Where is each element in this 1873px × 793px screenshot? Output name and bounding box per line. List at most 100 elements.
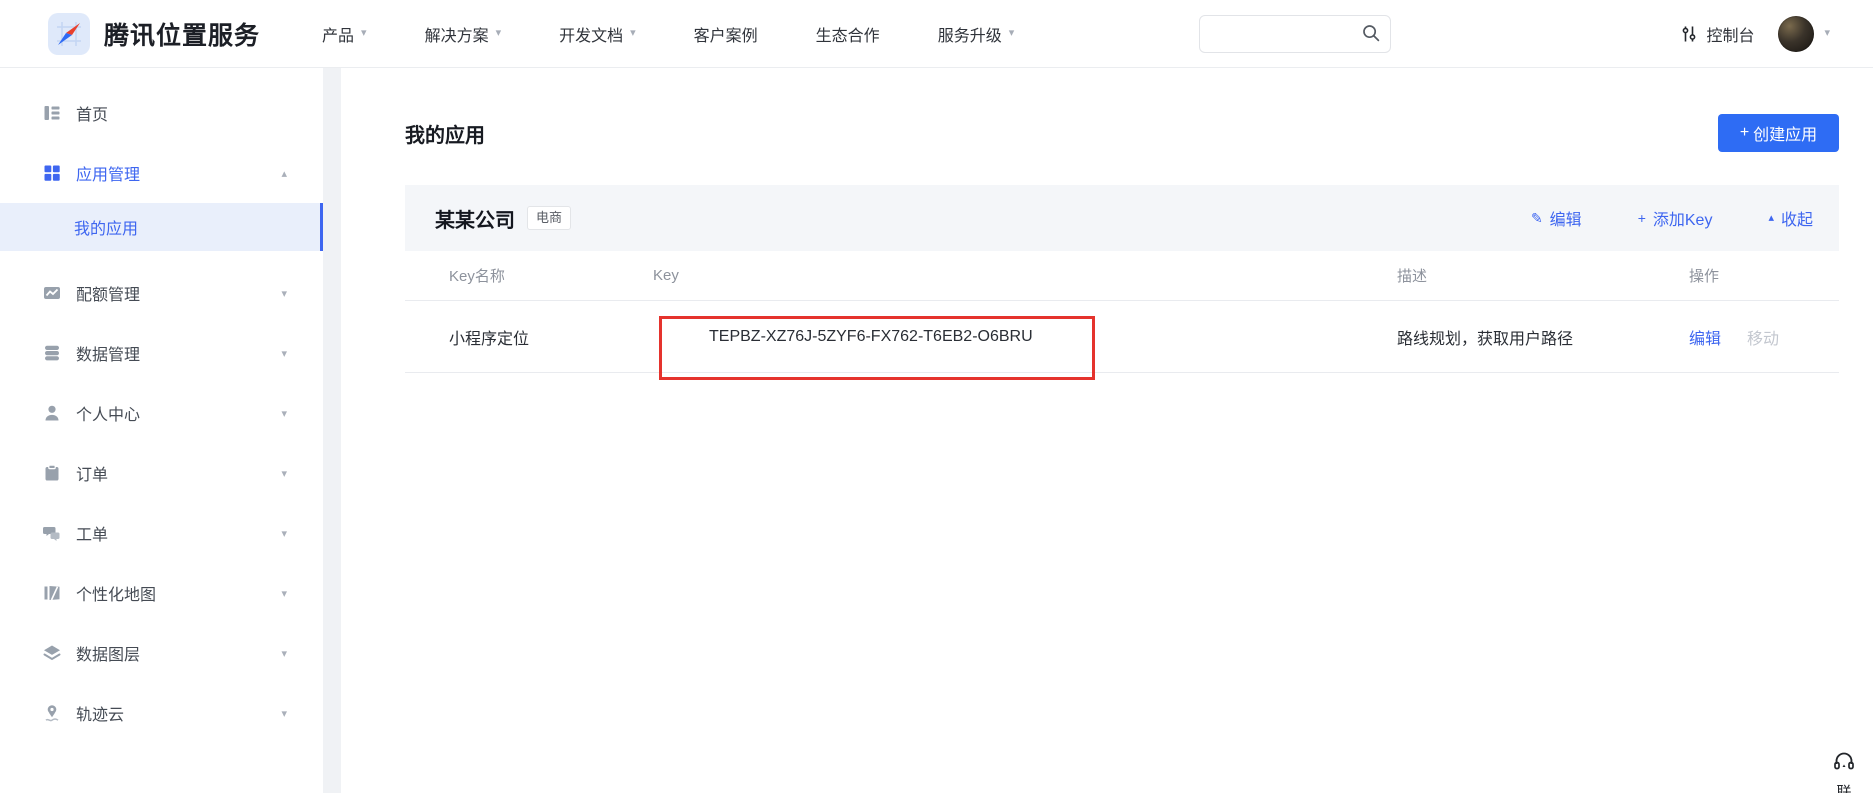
nav-item-docs[interactable]: 开发文档 ▾: [559, 22, 636, 46]
key-highlight-box: [659, 316, 1095, 380]
sidebar-subitem-label: 我的应用: [74, 215, 138, 239]
chevron-down-icon[interactable]: ▾: [281, 287, 287, 300]
chevron-down-icon: ▾: [361, 28, 367, 39]
layers-icon: [42, 643, 62, 663]
sidebar-item-app-management[interactable]: 应用管理 ▴: [0, 143, 323, 203]
row-actions: 编辑 移动: [1689, 325, 1795, 349]
sidebar-item-label: 个人中心: [76, 401, 140, 425]
chart-icon: [42, 283, 62, 303]
pin-track-icon: [42, 703, 62, 723]
sidebar-item-label: 轨迹云: [76, 701, 124, 725]
content-divider: [323, 68, 341, 793]
app-card: 某某公司 电商 ✎ 编辑 + 添加Key ▴ 收起: [405, 185, 1839, 373]
chevron-up-icon[interactable]: ▴: [281, 167, 287, 180]
map-icon: [42, 583, 62, 603]
column-desc: 描述: [1397, 265, 1689, 286]
nav-item-label: 客户案例: [694, 22, 758, 46]
page-head: 我的应用 + 创建应用: [405, 114, 1839, 152]
create-app-button[interactable]: + 创建应用: [1718, 114, 1839, 152]
sidebar-item-home[interactable]: 首页: [0, 83, 323, 143]
edit-key-link[interactable]: 编辑: [1689, 325, 1721, 349]
main-nav: 产品 ▾ 解决方案 ▾ 开发文档 ▾ 客户案例 生态合作 服务升级 ▾: [322, 22, 1014, 46]
chevron-down-icon[interactable]: ▾: [281, 467, 287, 480]
sliders-icon: [1680, 25, 1698, 43]
headset-icon: [1832, 750, 1856, 774]
sidebar-item-label: 配额管理: [76, 281, 140, 305]
sidebar-item-quota[interactable]: 配额管理 ▾: [0, 263, 323, 323]
sidebar-item-label: 订单: [76, 461, 108, 485]
page-title: 我的应用: [405, 119, 485, 148]
nav-item-label: 服务升级: [938, 22, 1002, 46]
edit-app-link[interactable]: ✎ 编辑: [1531, 206, 1582, 230]
chevron-down-icon: ▾: [630, 28, 636, 39]
sidebar: 首页 应用管理 ▴ 我的应用 配额管理 ▾: [0, 68, 323, 793]
main-content: 我的应用 + 创建应用 某某公司 电商 ✎ 编辑 + 添加Key: [341, 68, 1873, 793]
sidebar-item-label: 工单: [76, 521, 108, 545]
sidebar-item-custom-map[interactable]: 个性化地图 ▾: [0, 563, 323, 623]
chevron-down-icon[interactable]: ▾: [281, 527, 287, 540]
chevron-down-icon: ▾: [496, 28, 502, 39]
chevron-down-icon[interactable]: ▾: [1824, 28, 1830, 39]
move-key-link[interactable]: 移动: [1747, 325, 1779, 349]
collapse-link[interactable]: ▴ 收起: [1768, 206, 1813, 230]
home-list-icon: [42, 103, 62, 123]
sidebar-item-label: 数据管理: [76, 341, 140, 365]
pencil-icon: ✎: [1531, 211, 1543, 225]
column-key-name: Key名称: [449, 265, 653, 286]
key-cell: TEPBZ-XZ76J-5ZYF6-FX762-T6EB2-O6BRU: [653, 301, 1397, 372]
clipboard-icon: [42, 463, 62, 483]
sidebar-item-label: 个性化地图: [76, 581, 156, 605]
chevron-down-icon[interactable]: ▾: [281, 407, 287, 420]
create-app-label: 创建应用: [1753, 121, 1817, 145]
console-label: 控制台: [1706, 22, 1754, 46]
key-value: TEPBZ-XZ76J-5ZYF6-FX762-T6EB2-O6BRU: [653, 328, 1033, 346]
sidebar-item-label: 首页: [76, 101, 108, 125]
chevron-down-icon[interactable]: ▾: [281, 707, 287, 720]
chevron-down-icon[interactable]: ▾: [281, 347, 287, 360]
chevron-down-icon: ▾: [1009, 28, 1015, 39]
chevron-down-icon[interactable]: ▾: [281, 587, 287, 600]
sidebar-item-label: 数据图层: [76, 641, 140, 665]
navbar-right: 控制台 ▾: [1680, 16, 1830, 52]
top-navbar: 腾讯位置服务 产品 ▾ 解决方案 ▾ 开发文档 ▾ 客户案例 生态合作 服务升级…: [0, 0, 1873, 68]
contact-label: 联: [1824, 781, 1864, 793]
sidebar-item-track-cloud[interactable]: 轨迹云 ▾: [0, 683, 323, 743]
plus-icon: +: [1638, 211, 1646, 225]
sidebar-item-orders[interactable]: 订单 ▾: [0, 443, 323, 503]
console-link[interactable]: 控制台: [1680, 22, 1754, 46]
column-actions: 操作: [1689, 265, 1795, 286]
sidebar-item-label: 应用管理: [76, 161, 140, 185]
nav-item-products[interactable]: 产品 ▾: [322, 22, 367, 46]
chevron-down-icon[interactable]: ▾: [281, 647, 287, 660]
brand-name: 腾讯位置服务: [104, 16, 260, 52]
sidebar-item-my-apps[interactable]: 我的应用: [0, 203, 323, 251]
brand-logo-icon: [48, 13, 90, 55]
table-row: 小程序定位 TEPBZ-XZ76J-5ZYF6-FX762-T6EB2-O6BR…: [405, 301, 1839, 373]
database-icon: [42, 343, 62, 363]
column-key: Key: [653, 267, 1397, 284]
chat-bubbles-icon: [42, 523, 62, 543]
nav-item-label: 解决方案: [425, 22, 489, 46]
table-header-row: Key名称 Key 描述 操作: [405, 251, 1839, 301]
add-key-link[interactable]: + 添加Key: [1638, 206, 1713, 230]
nav-item-ecosystem[interactable]: 生态合作: [816, 22, 880, 46]
sidebar-item-personal-center[interactable]: 个人中心 ▾: [0, 383, 323, 443]
chevron-up-icon: ▴: [1768, 213, 1774, 224]
sidebar-item-tickets[interactable]: 工单 ▾: [0, 503, 323, 563]
contact-widget[interactable]: 联: [1824, 750, 1864, 793]
avatar[interactable]: [1778, 16, 1814, 52]
desc-cell: 路线规划，获取用户路径: [1397, 325, 1689, 349]
sidebar-rest: 配额管理 ▾ 数据管理 ▾ 个人中心 ▾: [0, 251, 323, 743]
nav-item-upgrade[interactable]: 服务升级 ▾: [938, 22, 1015, 46]
nav-item-cases[interactable]: 客户案例: [694, 22, 758, 46]
search-box: [1199, 15, 1391, 53]
search-icon[interactable]: [1361, 23, 1381, 43]
company-name: 某某公司: [435, 204, 515, 233]
sidebar-item-data-management[interactable]: 数据管理 ▾: [0, 323, 323, 383]
user-icon: [42, 403, 62, 423]
plus-icon: +: [1740, 124, 1749, 142]
sidebar-item-data-layers[interactable]: 数据图层 ▾: [0, 623, 323, 683]
brand[interactable]: 腾讯位置服务: [48, 13, 260, 55]
category-tag: 电商: [527, 206, 571, 230]
nav-item-solutions[interactable]: 解决方案 ▾: [425, 22, 502, 46]
